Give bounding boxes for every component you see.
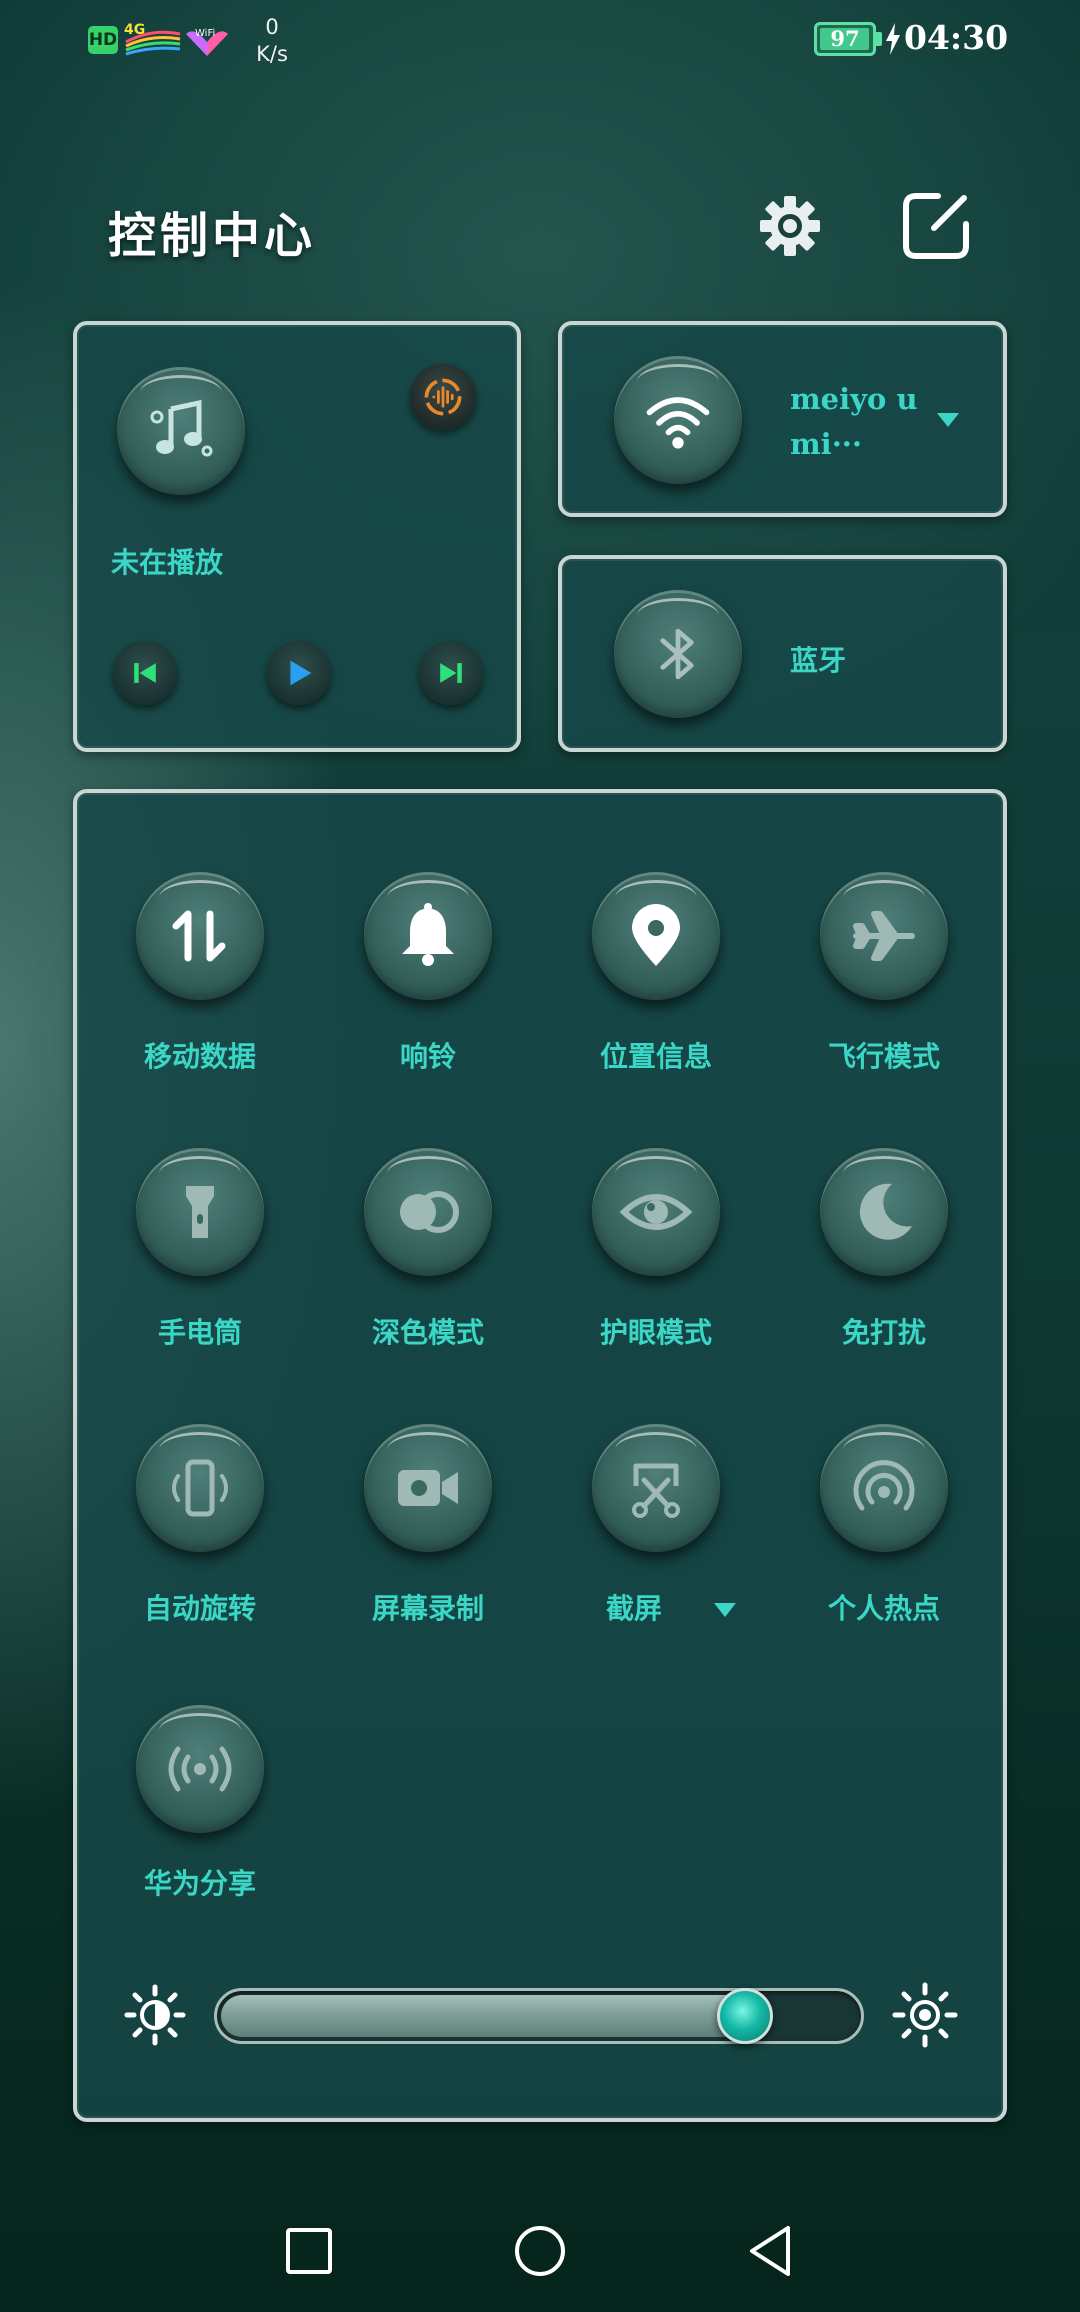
tile-auto-rotate-toggle[interactable] xyxy=(136,1424,264,1552)
bluetooth-card[interactable]: 蓝牙 xyxy=(558,555,1007,752)
eye-icon xyxy=(619,1194,693,1230)
media-status-text: 未在播放 xyxy=(111,546,224,579)
network-speed: 0 K/s xyxy=(242,14,302,68)
tile-huawei-share-toggle[interactable] xyxy=(136,1705,264,1833)
status-bar: HD 4G WiFi 0 K/s 97 04:30 xyxy=(0,0,1080,80)
skip-next-icon xyxy=(440,663,462,683)
gear-icon xyxy=(760,196,820,256)
auto-rotate-icon xyxy=(172,1459,228,1517)
settings-button[interactable] xyxy=(752,188,828,264)
tile-bell-toggle[interactable] xyxy=(364,872,492,1000)
media-card[interactable]: 未在播放 xyxy=(73,321,521,752)
video-camera-icon xyxy=(398,1470,458,1506)
media-app-button[interactable] xyxy=(117,367,245,495)
bluetooth-icon xyxy=(660,628,694,680)
music-note-icon xyxy=(150,399,213,457)
tile-hotspot-toggle[interactable] xyxy=(820,1424,948,1552)
audio-wave-icon xyxy=(424,378,462,416)
next-track-button[interactable] xyxy=(419,641,483,705)
tile-label: 响铃 xyxy=(399,1040,456,1073)
tile-label: 屏幕录制 xyxy=(371,1592,484,1625)
brightness-slider-thumb[interactable] xyxy=(717,1988,773,2044)
wifi-network-name[interactable]: meiyo umi··· xyxy=(790,377,930,467)
tile-dark-mode-toggle[interactable] xyxy=(364,1148,492,1276)
bluetooth-label: 蓝牙 xyxy=(790,644,847,677)
battery-tip xyxy=(876,32,882,46)
moon-icon xyxy=(859,1183,912,1240)
tile-label: 飞行模式 xyxy=(827,1040,940,1073)
tile-label: 个人热点 xyxy=(827,1592,940,1625)
previous-track-button[interactable] xyxy=(113,641,177,705)
wifi-card[interactable]: meiyo umi··· xyxy=(558,321,1007,517)
bell-icon xyxy=(402,903,454,966)
tile-video-camera-toggle[interactable] xyxy=(364,1424,492,1552)
recents-square-icon xyxy=(286,2228,332,2274)
mobile-data-icon xyxy=(172,910,226,962)
tile-label: 移动数据 xyxy=(143,1040,256,1073)
back-triangle-icon xyxy=(750,2226,790,2276)
network-speed-unit: K/s xyxy=(256,42,288,66)
tile-label: 深色模式 xyxy=(371,1316,484,1349)
brightness-low-icon xyxy=(124,1984,186,2046)
brightness-slider-fill xyxy=(221,1995,749,2037)
huawei-share-icon xyxy=(168,1746,232,1792)
recents-button[interactable] xyxy=(272,2214,346,2288)
flashlight-icon xyxy=(186,1186,214,1238)
wifi-badge-label: WiFi xyxy=(195,28,215,39)
home-button[interactable] xyxy=(503,2214,577,2288)
play-button[interactable] xyxy=(267,641,331,705)
brightness-slider[interactable] xyxy=(214,1988,864,2044)
tile-screenshot-scissors-toggle[interactable] xyxy=(592,1424,720,1552)
brightness-high-icon xyxy=(892,1982,958,2048)
hotspot-icon xyxy=(853,1460,915,1511)
tile-airplane-toggle[interactable] xyxy=(820,872,948,1000)
tile-label: 护眼模式 xyxy=(599,1316,712,1349)
back-button[interactable] xyxy=(734,2214,808,2288)
tile-label: 华为分享 xyxy=(143,1867,256,1900)
tile-label: 手电筒 xyxy=(157,1316,242,1349)
wifi-dropdown-arrow-icon[interactable] xyxy=(937,413,959,427)
clock: 04:30 xyxy=(904,18,1009,57)
tile-label: 免打扰 xyxy=(841,1316,926,1349)
charging-bolt-icon xyxy=(886,23,900,55)
wifi-status-icon: WiFi xyxy=(186,28,228,56)
tile-label: 位置信息 xyxy=(599,1040,712,1073)
screenshot-scissors-icon xyxy=(632,1463,680,1518)
tile-label: 自动旋转 xyxy=(143,1592,256,1625)
location-pin-icon xyxy=(632,904,680,966)
dark-mode-icon xyxy=(400,1191,459,1233)
bluetooth-toggle[interactable] xyxy=(614,590,742,718)
wifi-toggle[interactable] xyxy=(614,356,742,484)
wifi-icon xyxy=(646,397,710,449)
screenshot-dropdown-arrow-icon[interactable] xyxy=(714,1603,736,1617)
home-circle-icon xyxy=(515,2226,565,2276)
play-icon xyxy=(290,660,312,686)
audio-output-button[interactable] xyxy=(410,364,476,430)
tile-location-pin-toggle[interactable] xyxy=(592,872,720,1000)
quick-settings-panel: 移动数据 响铃 位置信息 飞行模式手电筒 深色模式 护眼模式 免打扰自动旋转 屏幕录制 截屏 个人… xyxy=(73,789,1007,2122)
skip-previous-icon xyxy=(134,663,156,683)
tile-flashlight-toggle[interactable] xyxy=(136,1148,264,1276)
edit-icon xyxy=(903,193,969,259)
tile-label: 截屏 xyxy=(605,1592,662,1625)
battery-indicator: 97 xyxy=(814,22,876,56)
network-speed-value: 0 xyxy=(265,15,279,39)
tile-eye-toggle[interactable] xyxy=(592,1148,720,1276)
battery-level-text: 97 xyxy=(830,26,860,51)
signal-icon: 4G xyxy=(124,22,181,56)
airplane-icon xyxy=(853,911,915,961)
tile-mobile-data-toggle[interactable] xyxy=(136,872,264,1000)
page-title: 控制中心 xyxy=(108,208,317,264)
tile-moon-toggle[interactable] xyxy=(820,1148,948,1276)
hd-badge: HD xyxy=(88,26,118,54)
edit-button[interactable] xyxy=(898,188,974,264)
